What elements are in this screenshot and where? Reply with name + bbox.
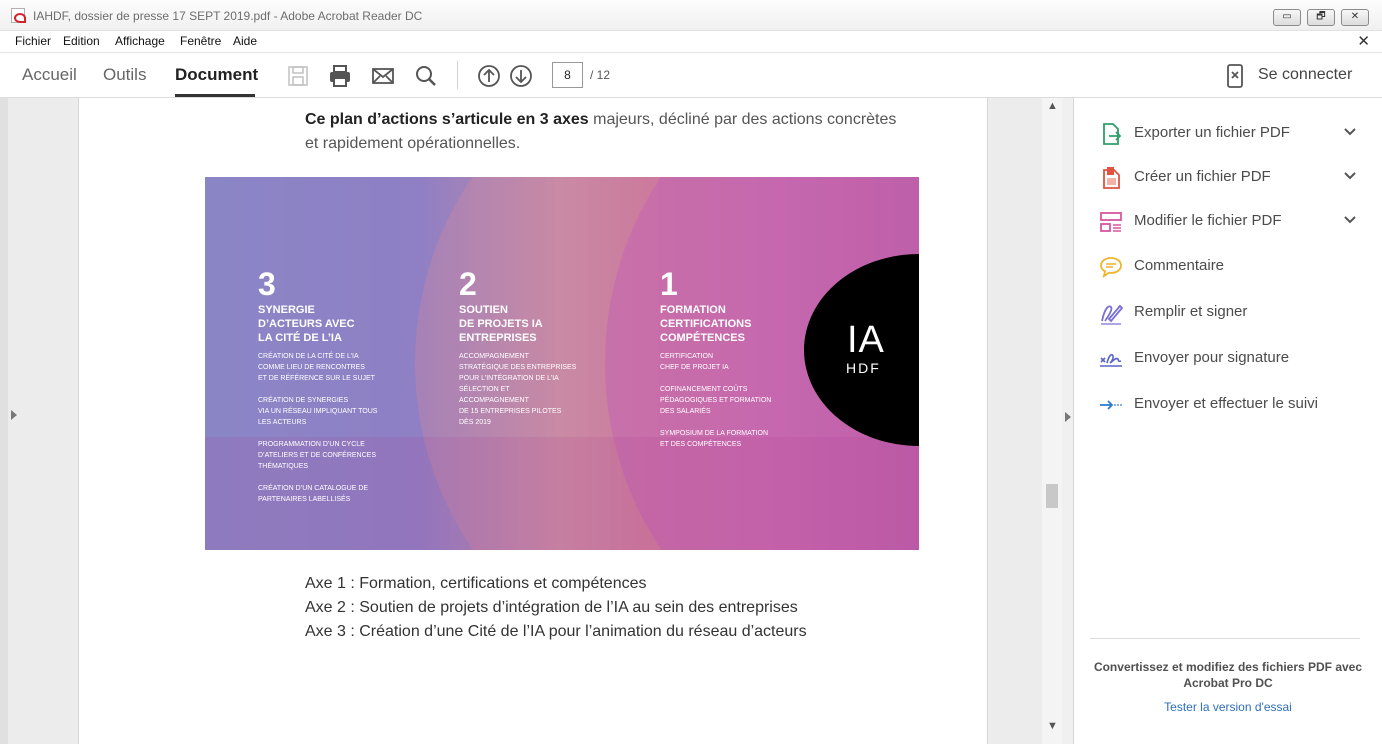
previous-page-icon[interactable]	[476, 63, 502, 89]
toolbar: Accueil Outils Document 8 / 12 Se connec…	[0, 53, 1382, 98]
axis-heading: FORMATION CERTIFICATIONS COMPÉTENCES	[660, 304, 752, 344]
tool-label: Commentaire	[1134, 257, 1225, 274]
mobile-link-icon[interactable]	[1222, 63, 1248, 89]
sign-in-button[interactable]: Se connecter	[1258, 66, 1352, 84]
save-icon[interactable]	[285, 63, 311, 89]
left-panel-strip	[0, 98, 78, 744]
axis-item: Axe 3 : Création d’une Cité de l’IA pour…	[305, 623, 807, 640]
axes-list: Axe 1 : Formation, certifications et com…	[305, 572, 807, 644]
tool-send-track[interactable]: Envoyer et effectuer le suivi	[1099, 391, 1369, 421]
scroll-up-icon[interactable]: ▲	[1047, 100, 1058, 112]
panel-divider	[1090, 638, 1360, 639]
title-bar: IAHDF, dossier de presse 17 SEPT 2019.pd…	[0, 0, 1382, 31]
tool-export-pdf[interactable]: Exporter un fichier PDF	[1099, 120, 1369, 150]
intro-paragraph: Ce plan d’actions s’articule en 3 axes m…	[305, 108, 905, 156]
upgrade-promo-text: Convertissez et modifiez des fichiers PD…	[1093, 660, 1363, 690]
menu-affichage[interactable]: Affichage	[115, 34, 165, 48]
expand-left-panel-icon[interactable]	[11, 410, 17, 420]
axis-number: 3	[258, 266, 276, 302]
comment-icon	[1100, 257, 1122, 278]
axis-heading: SYNERGIE D’ACTEURS AVEC LA CITÉ DE L’IA	[258, 304, 355, 344]
tool-edit-pdf[interactable]: Modifier le fichier PDF	[1099, 208, 1369, 238]
intro-bold-text: Ce plan d’actions s’articule en 3 axes	[305, 111, 589, 128]
menu-aide[interactable]: Aide	[233, 34, 257, 48]
close-document-icon[interactable]: ✕	[1357, 32, 1370, 50]
collapse-tools-panel-icon[interactable]	[1065, 412, 1071, 422]
axis-column-3: 3 SYNERGIE D’ACTEURS AVEC LA CITÉ DE L’I…	[258, 267, 377, 505]
axis-body: CRÉATION DE LA CITÉ DE L’IA COMME LIEU D…	[258, 353, 378, 503]
active-tab-indicator	[175, 94, 255, 97]
tool-label: Créer un fichier PDF	[1134, 168, 1271, 185]
export-pdf-icon	[1103, 123, 1122, 145]
vertical-scrollbar[interactable]: ▲ ▼	[1042, 98, 1062, 744]
axis-column-2: 2 SOUTIEN DE PROJETS IA ENTREPRISES ACCO…	[459, 267, 576, 428]
menu-edition[interactable]: Edition	[63, 34, 100, 48]
send-track-icon	[1100, 400, 1122, 410]
tool-comment[interactable]: Commentaire	[1099, 253, 1369, 283]
create-pdf-icon	[1103, 167, 1120, 189]
chevron-down-icon[interactable]	[1343, 169, 1357, 183]
axis-body: CERTIFICATION CHEF DE PROJET IA COFINANC…	[660, 353, 772, 448]
tab-outils[interactable]: Outils	[103, 65, 146, 85]
window-title: IAHDF, dossier de presse 17 SEPT 2019.pd…	[33, 9, 423, 23]
scroll-down-icon[interactable]: ▼	[1047, 720, 1058, 732]
page-total: / 12	[590, 68, 611, 82]
axis-item: Axe 1 : Formation, certifications et com…	[305, 575, 647, 592]
page-margin	[988, 98, 1042, 744]
logo-text-hdf: HDF	[846, 360, 881, 376]
menu-fenetre[interactable]: Fenêtre	[180, 34, 221, 48]
axis-number: 2	[459, 266, 477, 302]
tab-document[interactable]: Document	[175, 65, 258, 85]
chevron-down-icon[interactable]	[1343, 213, 1357, 227]
menu-bar: Fichier Edition Affichage Fenêtre Aide ✕	[0, 31, 1382, 53]
toolbar-separator	[457, 61, 458, 89]
axis-number: 1	[660, 266, 678, 302]
scrollbar-thumb[interactable]	[1046, 484, 1058, 508]
page-number-input[interactable]: 8	[552, 62, 583, 88]
axis-body: ACCOMPAGNEMENT STRATÉGIQUE DES ENTREPRIS…	[459, 353, 577, 426]
menu-fichier[interactable]: Fichier	[15, 34, 51, 48]
close-window-button[interactable]: ✕	[1341, 9, 1369, 26]
tools-panel-toggle[interactable]	[1062, 98, 1074, 744]
tool-label: Modifier le fichier PDF	[1134, 212, 1282, 229]
logo-text-ia: IA	[847, 319, 885, 361]
acrobat-app-icon	[11, 8, 26, 23]
tool-label: Envoyer pour signature	[1134, 349, 1290, 366]
edit-pdf-icon	[1100, 212, 1122, 232]
action-plan-banner: 3 SYNERGIE D’ACTEURS AVEC LA CITÉ DE L’I…	[205, 177, 919, 550]
search-icon[interactable]	[413, 63, 439, 89]
tool-create-pdf[interactable]: Créer un fichier PDF	[1099, 164, 1369, 194]
minimize-button[interactable]: ▭	[1273, 9, 1301, 26]
print-icon[interactable]	[327, 63, 353, 89]
axis-column-1: 1 FORMATION CERTIFICATIONS COMPÉTENCES C…	[660, 267, 771, 450]
chevron-down-icon[interactable]	[1343, 125, 1357, 139]
tool-label: Remplir et signer	[1134, 303, 1248, 320]
tool-fill-sign[interactable]: Remplir et signer	[1099, 299, 1369, 329]
email-icon[interactable]	[370, 63, 396, 89]
restore-button[interactable]: 🗗	[1307, 9, 1335, 26]
fill-sign-icon	[1101, 304, 1123, 325]
tool-label: Envoyer et effectuer le suivi	[1134, 395, 1318, 412]
tool-label: Exporter un fichier PDF	[1134, 124, 1290, 141]
tool-send-signature[interactable]: Envoyer pour signature	[1099, 345, 1369, 375]
trial-link[interactable]: Tester la version d'essai	[1090, 700, 1366, 714]
tools-panel: Exporter un fichier PDF Créer un fichier…	[1075, 98, 1382, 744]
next-page-icon[interactable]	[508, 63, 534, 89]
tab-accueil[interactable]: Accueil	[22, 65, 77, 85]
axis-item: Axe 2 : Soutien de projets d’intégration…	[305, 599, 798, 616]
axis-heading: SOUTIEN DE PROJETS IA ENTREPRISES	[459, 304, 543, 344]
send-signature-icon	[1100, 353, 1122, 367]
